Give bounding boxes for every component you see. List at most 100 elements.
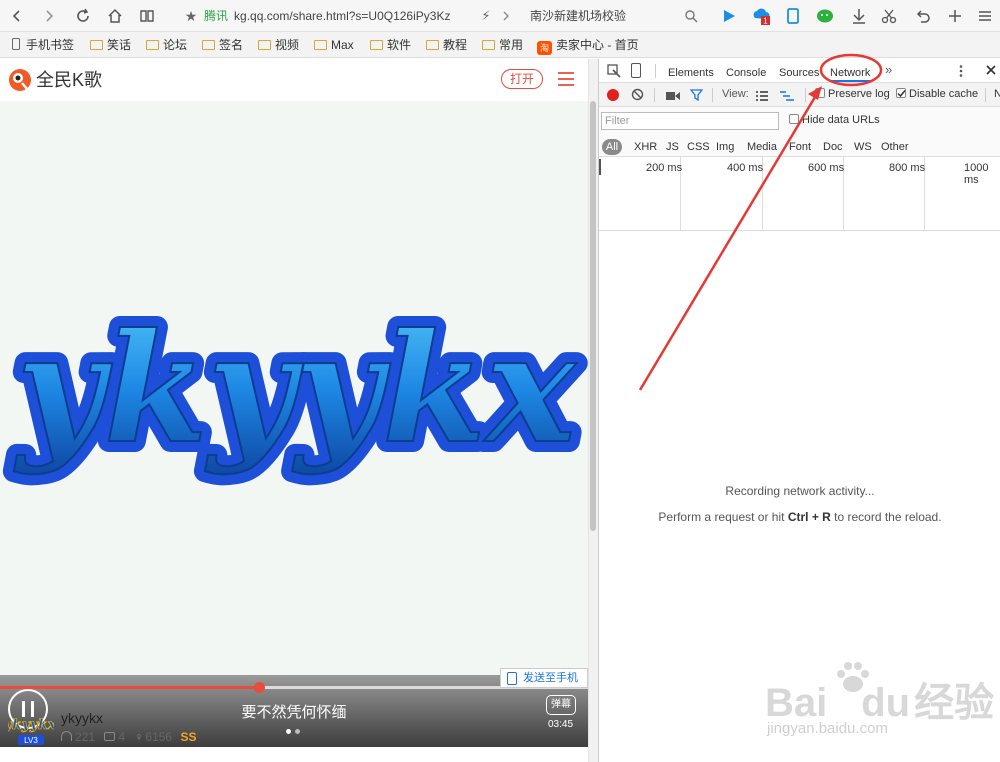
filter-input[interactable]: Filter xyxy=(601,112,779,130)
bookmark-folder[interactable]: 教程 xyxy=(426,36,467,54)
tab-elements[interactable]: Elements xyxy=(668,64,714,82)
filter-type-img[interactable]: Img xyxy=(716,139,734,155)
hide-data-urls-checkbox[interactable]: Hide data URLs xyxy=(789,114,880,126)
filter-type-font[interactable]: Font xyxy=(789,139,811,155)
bookmark-folder[interactable]: 软件 xyxy=(370,36,411,54)
folder-icon xyxy=(202,40,215,50)
cloud-download-icon[interactable]: 1 xyxy=(750,5,772,27)
clear-icon[interactable] xyxy=(631,88,644,101)
bookmark-label: 软件 xyxy=(387,38,412,52)
filter-type-xhr[interactable]: XHR xyxy=(634,139,657,155)
bookmark-folder[interactable]: 视频 xyxy=(258,36,299,54)
disable-cache-label: Disable cache xyxy=(909,88,979,100)
search-icon[interactable] xyxy=(680,5,702,27)
filter-type-js[interactable]: JS xyxy=(666,139,679,155)
progress-knob[interactable] xyxy=(253,682,265,693)
tab-sources[interactable]: Sources xyxy=(779,64,819,82)
address-bar[interactable]: 腾讯 kg.qq.com/share.html?s=U0Q126iPy3Kz xyxy=(200,4,500,28)
scissors-icon[interactable] xyxy=(878,5,900,27)
throttling-select[interactable]: N xyxy=(994,88,1000,100)
listen-count: 221 xyxy=(75,730,96,744)
bookmark-folder[interactable]: Max xyxy=(314,36,354,54)
folder-icon xyxy=(146,40,159,50)
user-avatar[interactable]: ykyykx LV3 xyxy=(3,709,57,747)
folder-icon xyxy=(258,40,271,50)
forward-icon[interactable] xyxy=(38,5,60,27)
bookmark-folder[interactable]: 笑话 xyxy=(90,36,131,54)
bookmark-mobile[interactable]: 手机书签 xyxy=(12,36,74,54)
capture-screenshots-icon[interactable] xyxy=(666,90,680,100)
empty-state-hint: Perform a request or hit Ctrl + R to rec… xyxy=(599,510,1000,524)
divider xyxy=(805,88,806,102)
danmaku-button[interactable]: 弹幕 xyxy=(546,695,576,715)
checkbox-icon xyxy=(789,114,799,124)
close-devtools-icon[interactable] xyxy=(985,64,999,78)
play-icon[interactable] xyxy=(718,5,740,27)
address-url: kg.qq.com/share.html?s=U0Q126iPy3Kz xyxy=(234,9,451,23)
inspect-element-icon[interactable] xyxy=(607,64,621,78)
device-toolbar-icon[interactable] xyxy=(631,63,641,78)
star-icon[interactable]: ★ xyxy=(180,5,202,27)
filter-type-doc[interactable]: Doc xyxy=(823,139,843,155)
bookmark-label: 签名 xyxy=(219,38,244,52)
bookmark-folder[interactable]: 常用 xyxy=(482,36,523,54)
tab-network[interactable]: Network xyxy=(830,64,871,82)
filter-type-other[interactable]: Other xyxy=(881,139,909,155)
home-icon[interactable] xyxy=(104,5,126,27)
filter-icon[interactable] xyxy=(689,89,704,102)
more-tabs-icon[interactable]: » xyxy=(885,62,892,77)
bookmark-label: 视频 xyxy=(275,38,300,52)
tab-console[interactable]: Console xyxy=(726,64,766,82)
bookmark-folder[interactable]: 签名 xyxy=(202,36,243,54)
bookmark-label: 论坛 xyxy=(163,38,188,52)
filter-type-ws[interactable]: WS xyxy=(854,139,872,155)
filter-type-css[interactable]: CSS xyxy=(687,139,710,155)
rank-badge: SS xyxy=(180,730,197,744)
hamburger-menu-icon[interactable] xyxy=(557,71,575,87)
refresh-icon[interactable] xyxy=(72,5,94,27)
bookmark-seller[interactable]: 淘卖家中心 - 首页 xyxy=(537,36,639,55)
timeline-tick: 1000 ms xyxy=(964,162,989,186)
more-options-icon[interactable] xyxy=(954,64,968,78)
filter-type-media[interactable]: Media xyxy=(747,139,777,155)
network-toolbar: View: Preserve log Disable cache N xyxy=(599,83,1000,107)
page-scrollbar-thumb[interactable] xyxy=(590,101,596,531)
wechat-icon[interactable] xyxy=(814,5,836,27)
add-tab-icon[interactable] xyxy=(944,5,966,27)
overview-icon[interactable] xyxy=(780,90,794,101)
bookmarks-bar: 手机书签 笑话 论坛 签名 视频 Max 软件 教程 常用 淘卖家中心 - 首页 xyxy=(0,32,1000,58)
bookmark-label: 卖家中心 - 首页 xyxy=(556,38,639,52)
disable-cache-checkbox[interactable]: Disable cache xyxy=(896,88,978,100)
download-icon[interactable] xyxy=(848,5,870,27)
devtools-tabbar: Elements Console Sources Network » xyxy=(599,59,1000,83)
hint-text: to record the reload. xyxy=(830,510,942,524)
level-badge: LV3 xyxy=(24,736,38,745)
folder-icon xyxy=(370,40,383,50)
play-time: 03:45 xyxy=(548,719,574,730)
open-app-button[interactable]: 打开 xyxy=(501,69,543,89)
folder-icon xyxy=(90,40,103,50)
gift-icon: ♀ xyxy=(134,730,144,744)
book-icon[interactable] xyxy=(136,5,158,27)
comment-count: 4 xyxy=(118,730,126,744)
large-rows-icon[interactable] xyxy=(756,90,768,101)
undo-icon[interactable] xyxy=(912,5,934,27)
checkmark-icon xyxy=(896,88,906,98)
bookmark-label: 教程 xyxy=(443,38,468,52)
filter-type-all[interactable]: All xyxy=(602,139,622,155)
back-icon[interactable] xyxy=(6,5,28,27)
send-to-phone-button[interactable]: 发送至手机 xyxy=(500,668,588,688)
record-icon[interactable] xyxy=(607,89,619,101)
chevron-right-icon[interactable] xyxy=(495,5,517,27)
phone-icon xyxy=(12,38,20,50)
bookmark-label: Max xyxy=(331,38,354,52)
search-box[interactable]: 南沙新建机场校验 xyxy=(530,4,680,28)
mobile-icon[interactable] xyxy=(782,5,804,27)
bookmark-folder[interactable]: 论坛 xyxy=(146,36,187,54)
lightning-icon[interactable]: ⚡ xyxy=(475,5,497,27)
cover-text: ykyykx xyxy=(14,301,577,477)
divider xyxy=(655,64,656,78)
preserve-log-checkbox[interactable]: Preserve log xyxy=(815,88,890,100)
folder-icon xyxy=(426,40,439,50)
menu-icon[interactable] xyxy=(974,5,996,27)
